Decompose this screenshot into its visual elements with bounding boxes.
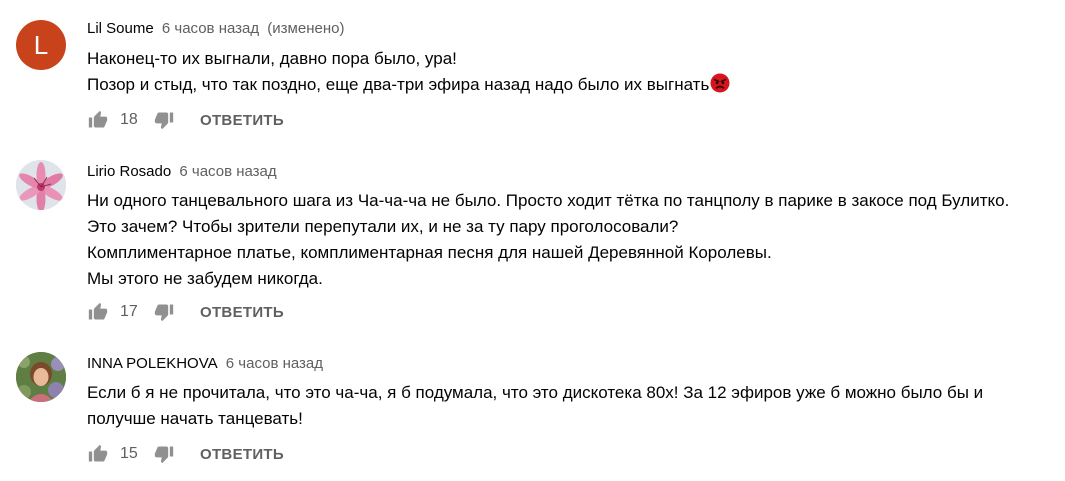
thumb-down-icon[interactable] xyxy=(152,442,176,466)
comment-line: Это зачем? Чтобы зрители перепутали их, … xyxy=(87,217,679,236)
avatar[interactable] xyxy=(16,160,66,210)
reply-button[interactable]: ОТВЕТИТЬ xyxy=(200,112,284,129)
like-count: 15 xyxy=(120,445,138,462)
comment-line-text: Позор и стыд, что так поздно, еще два-тр… xyxy=(87,75,710,94)
edited-label: (изменено) xyxy=(267,20,345,37)
comment-header: INNA POLEKHOVA 6 часов назад xyxy=(87,355,323,373)
comment-line: Комплиментарное платье, комплиментарная … xyxy=(87,243,772,262)
comment-line: Позор и стыд, что так поздно, еще два-тр… xyxy=(87,72,730,98)
timestamp[interactable]: 6 часов назад xyxy=(226,355,323,372)
thumb-up-icon[interactable] xyxy=(86,108,110,132)
thumb-down-icon[interactable] xyxy=(152,300,176,324)
avatar-letter: L xyxy=(33,29,49,60)
comment-actions: 17 ОТВЕТИТЬ xyxy=(86,300,284,324)
timestamp[interactable]: 6 часов назад xyxy=(162,20,259,37)
comment-header: Lirio Rosado 6 часов назад xyxy=(87,163,277,181)
comment-text: Если б я не прочитала, что это ча-ча, я … xyxy=(87,380,983,432)
comment-text: Ни одного танцевального шага из Ча-ча-ча… xyxy=(87,188,1009,292)
comment-line: Наконец-то их выгнали, давно пора было, … xyxy=(87,49,457,68)
thumb-up-icon[interactable] xyxy=(86,442,110,466)
comment-actions: 15 ОТВЕТИТЬ xyxy=(86,442,284,466)
thumb-up-icon[interactable] xyxy=(86,300,110,324)
reply-button[interactable]: ОТВЕТИТЬ xyxy=(200,304,284,321)
reply-button[interactable]: ОТВЕТИТЬ xyxy=(200,446,284,463)
author-name[interactable]: INNA POLEKHOVA xyxy=(87,355,218,372)
avatar[interactable]: L xyxy=(16,20,66,70)
comment-line: Ни одного танцевального шага из Ча-ча-ча… xyxy=(87,191,1010,210)
thumb-down-icon[interactable] xyxy=(152,108,176,132)
like-count: 18 xyxy=(120,111,138,128)
user-photo-icon xyxy=(16,352,66,402)
comment-line: Мы этого не забудем никогда. xyxy=(87,269,323,288)
lily-flower-icon xyxy=(16,160,66,210)
comment-line: получше начать танцевать! xyxy=(87,409,303,428)
comment-header: Lil Soume 6 часов назад (изменено) xyxy=(87,20,344,38)
avatar[interactable] xyxy=(16,352,66,402)
comment-text: Наконец-то их выгнали, давно пора было, … xyxy=(87,46,730,98)
angry-face-emoji xyxy=(710,73,730,93)
like-count: 17 xyxy=(120,303,138,320)
comment-actions: 18 ОТВЕТИТЬ xyxy=(86,108,284,132)
timestamp[interactable]: 6 часов назад xyxy=(179,163,276,180)
author-name[interactable]: Lil Soume xyxy=(87,20,154,37)
author-name[interactable]: Lirio Rosado xyxy=(87,163,171,180)
comment-line: Если б я не прочитала, что это ча-ча, я … xyxy=(87,383,984,402)
